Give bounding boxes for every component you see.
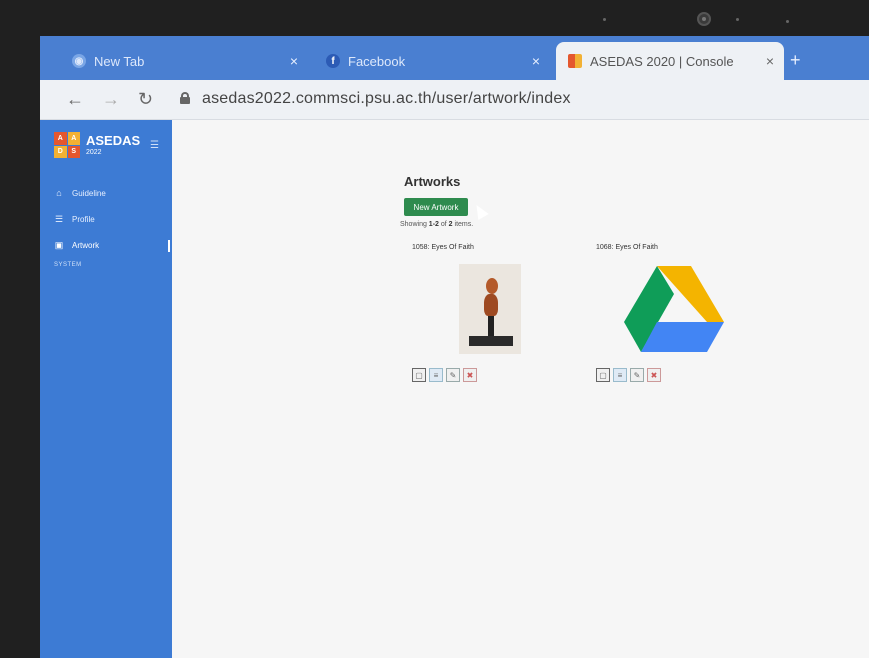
tab-strip: ◉ New Tab × f Facebook × ASEDAS 2020 | C… bbox=[40, 36, 869, 80]
asedas-logo: A A D S bbox=[54, 132, 80, 158]
artwork-title: 1068: Eyes Of Faith bbox=[596, 244, 658, 251]
google-drive-icon[interactable] bbox=[624, 264, 724, 354]
sidebar-item-profile[interactable]: ☰ Profile bbox=[54, 214, 95, 224]
reload-icon[interactable]: ↻ bbox=[138, 89, 153, 110]
mouse-cursor-icon bbox=[471, 201, 489, 221]
brand-name: ASEDAS bbox=[86, 132, 141, 148]
edit-button[interactable]: ✎ bbox=[630, 368, 644, 382]
back-arrow-icon[interactable]: ← bbox=[66, 89, 84, 110]
sidebar-item-guideline[interactable]: ⌂ Guideline bbox=[54, 188, 106, 198]
facebook-icon: f bbox=[326, 54, 340, 68]
sculpture-image[interactable] bbox=[459, 264, 521, 354]
tab-label: ASEDAS 2020 | Console bbox=[590, 53, 734, 69]
browser-toolbar: ← → ↻ asedas2022.commsci.psu.ac.th/user/… bbox=[40, 80, 869, 120]
main-content: Artworks New Artwork Showing 1-2 of 2 it… bbox=[172, 120, 869, 658]
brand-year: 2022 bbox=[86, 148, 102, 156]
info-button[interactable]: ≡ bbox=[429, 368, 443, 382]
menu-toggle-icon[interactable]: ☰ bbox=[150, 140, 159, 151]
lock-icon bbox=[180, 92, 190, 104]
web-page: A A D S ASEDAS 2022 ☰ ⌂ Guideline ☰ Prof… bbox=[40, 120, 869, 658]
webcam bbox=[697, 12, 711, 26]
artwork-title: 1058: Eyes Of Faith bbox=[412, 244, 474, 251]
asedas-favicon bbox=[568, 54, 582, 68]
tab-label: New Tab bbox=[94, 53, 145, 69]
browser-window: ◉ New Tab × f Facebook × ASEDAS 2020 | C… bbox=[40, 36, 869, 658]
image-icon: ▣ bbox=[54, 239, 64, 250]
active-indicator bbox=[168, 240, 170, 252]
close-icon[interactable]: × bbox=[290, 53, 298, 69]
sidebar-item-label: Artwork bbox=[72, 240, 100, 250]
bezel-dot bbox=[736, 18, 739, 21]
home-icon: ⌂ bbox=[56, 188, 62, 198]
view-button[interactable]: ▢ bbox=[596, 368, 610, 382]
bezel-dot bbox=[786, 20, 789, 23]
edit-button[interactable]: ✎ bbox=[446, 368, 460, 382]
sidebar-section-system: SYSTEM bbox=[54, 262, 82, 268]
sidebar-item-label: Profile bbox=[72, 214, 95, 224]
delete-button[interactable]: ✖ bbox=[463, 368, 477, 382]
new-artwork-button[interactable]: New Artwork bbox=[404, 198, 468, 216]
tab-facebook[interactable]: f Facebook × bbox=[314, 42, 550, 80]
artwork-actions: ▢ ≡ ✎ ✖ bbox=[596, 368, 661, 382]
tab-new-tab[interactable]: ◉ New Tab × bbox=[60, 42, 308, 80]
bezel-dot bbox=[603, 18, 606, 21]
tab-label: Facebook bbox=[348, 53, 406, 69]
close-icon[interactable]: × bbox=[766, 53, 774, 69]
sidebar-item-label: Guideline bbox=[72, 188, 106, 198]
address-bar[interactable]: asedas2022.commsci.psu.ac.th/user/artwor… bbox=[202, 90, 571, 108]
brand[interactable]: A A D S ASEDAS 2022 bbox=[54, 132, 140, 158]
sidebar-item-artwork[interactable]: ▣ Artwork bbox=[54, 240, 99, 250]
chrome-icon: ◉ bbox=[72, 54, 86, 68]
new-tab-button[interactable]: + bbox=[790, 50, 801, 71]
delete-button[interactable]: ✖ bbox=[647, 368, 661, 382]
profile-icon: ☰ bbox=[54, 213, 64, 224]
sidebar: A A D S ASEDAS 2022 ☰ ⌂ Guideline ☰ Prof… bbox=[40, 120, 172, 658]
forward-arrow-icon[interactable]: → bbox=[102, 89, 120, 110]
artwork-actions: ▢ ≡ ✎ ✖ bbox=[412, 368, 477, 382]
close-icon[interactable]: × bbox=[532, 53, 540, 69]
view-button[interactable]: ▢ bbox=[412, 368, 426, 382]
info-button[interactable]: ≡ bbox=[613, 368, 627, 382]
tab-asedas-console[interactable]: ASEDAS 2020 | Console × bbox=[556, 42, 784, 80]
page-title: Artworks bbox=[404, 174, 461, 189]
results-summary: Showing 1-2 of 2 items. bbox=[400, 221, 474, 228]
